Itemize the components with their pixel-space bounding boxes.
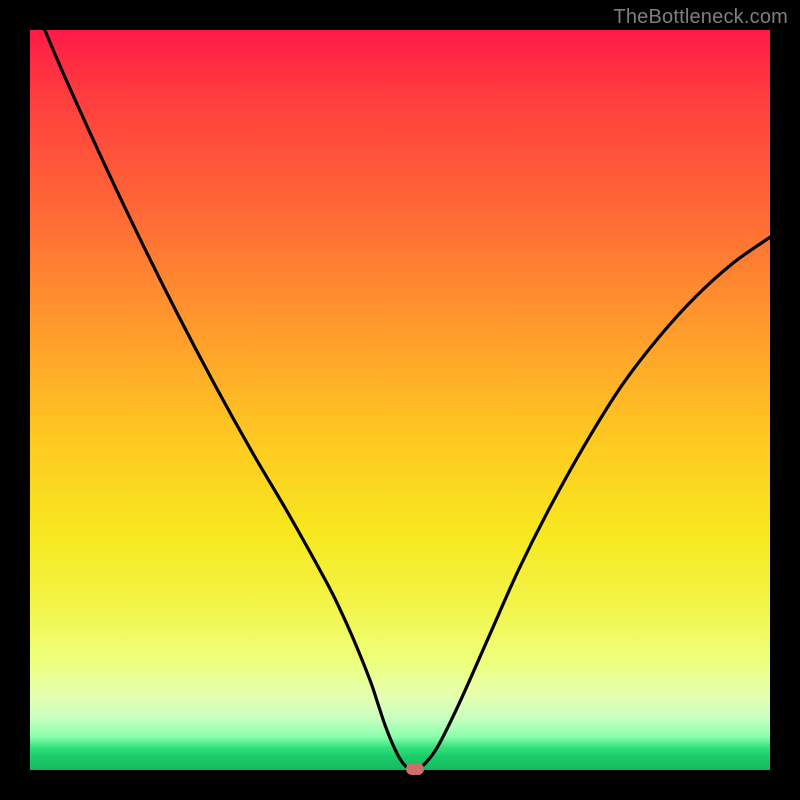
bottleneck-curve bbox=[30, 30, 770, 770]
watermark-text: TheBottleneck.com bbox=[613, 6, 788, 29]
chart-plot-area bbox=[30, 30, 770, 770]
chart-frame: TheBottleneck.com bbox=[0, 0, 800, 800]
curve-path bbox=[45, 30, 770, 770]
optimal-point-marker bbox=[406, 763, 424, 775]
